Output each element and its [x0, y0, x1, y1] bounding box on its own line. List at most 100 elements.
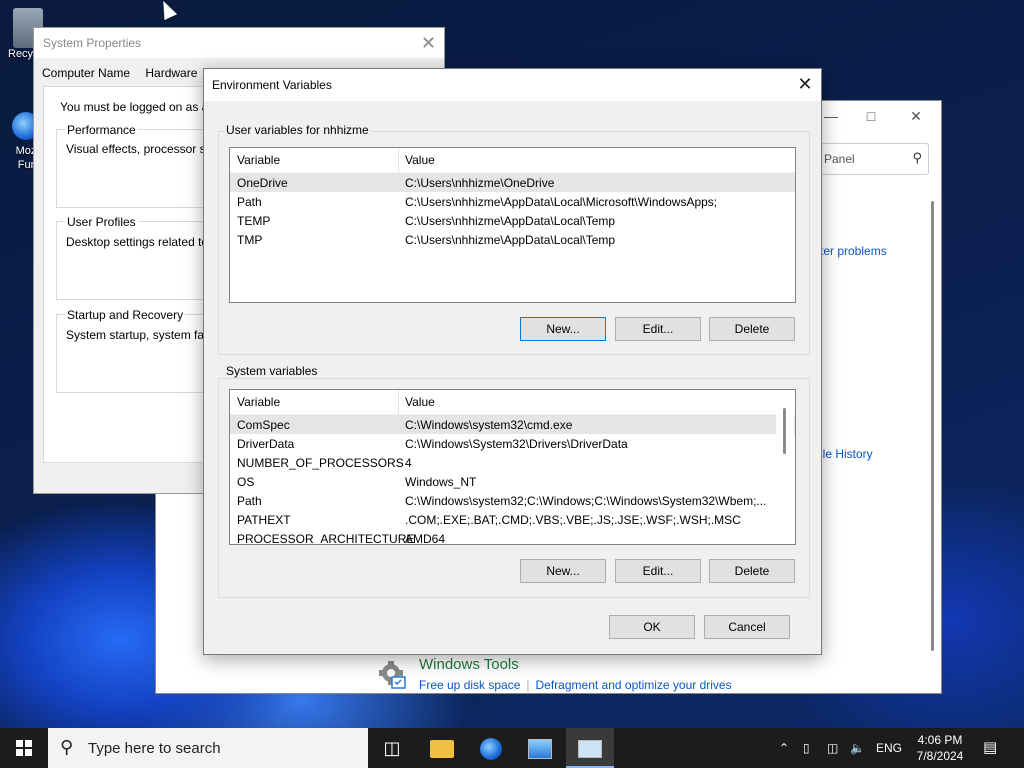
window-title: System Properties: [43, 36, 142, 50]
maximize-button[interactable]: □: [851, 105, 891, 127]
variable-value: .COM;.EXE;.BAT;.CMD;.VBS;.VBE;.JS;.JSE;.…: [405, 513, 741, 527]
cancel-button[interactable]: Cancel: [704, 615, 790, 639]
system-variable-row[interactable]: PROCESSOR_ARCHITECTURE AMD64: [230, 529, 795, 545]
dialog-titlebar: Environment Variables ✕: [204, 69, 821, 101]
variable-value: C:\Windows\system32\cmd.exe: [405, 418, 573, 432]
system-variable-row[interactable]: OS Windows_NT: [230, 472, 795, 491]
system-variable-row[interactable]: ComSpec C:\Windows\system32\cmd.exe: [230, 415, 795, 434]
scrollbar-thumb[interactable]: [783, 408, 786, 454]
variable-name: ComSpec: [237, 418, 290, 432]
system-variable-row[interactable]: Path C:\Windows\system32;C:\Windows;C:\Wi…: [230, 491, 795, 510]
ok-button[interactable]: OK: [609, 615, 695, 639]
user-profiles-label: User Profiles: [65, 215, 138, 229]
file-history-link[interactable]: ile History: [820, 447, 873, 461]
clock[interactable]: 4:06 PM 7/8/2024: [905, 732, 975, 764]
variable-name: TMP: [237, 233, 263, 247]
system-list-scrollbar[interactable]: [776, 390, 794, 544]
windows-logo-icon: [16, 740, 32, 756]
start-button[interactable]: [0, 728, 48, 768]
search-icon: ⚲: [60, 737, 74, 757]
search-icon: ⚲: [912, 150, 922, 165]
close-icon[interactable]: ✕: [421, 28, 436, 58]
variable-name: Path: [237, 195, 262, 209]
environment-variables-dialog: Environment Variables ✕ User variables f…: [203, 68, 822, 655]
link-separator: |: [526, 678, 530, 692]
close-icon[interactable]: ✕: [789, 69, 821, 101]
taskbar: ⚲ Type here to search ◫ ⌃ ▯ ◫ 🔈 ENG 4:06…: [0, 728, 1024, 768]
firefox-taskbar-icon[interactable]: [467, 728, 515, 768]
windows-tools-title[interactable]: Windows Tools: [419, 656, 519, 673]
user-variable-row[interactable]: TMP C:\Users\nhhizme\AppData\Local\Temp: [230, 230, 795, 249]
scrollbar[interactable]: [931, 201, 934, 651]
tab-hardware[interactable]: Hardware: [145, 66, 197, 80]
variable-value: C:\Users\nhhizme\OneDrive: [405, 176, 555, 190]
system-properties-taskbar-icon[interactable]: [566, 728, 614, 768]
variable-value: C:\Windows\system32;C:\Windows;C:\Window…: [405, 494, 767, 508]
system-edit-button[interactable]: Edit...: [615, 559, 701, 583]
variable-value: Windows_NT: [405, 475, 477, 489]
network-icon[interactable]: ◫: [827, 728, 838, 768]
user-variable-row[interactable]: TEMP C:\Users\nhhizme\AppData\Local\Temp: [230, 211, 795, 230]
list-header: Variable Value: [230, 148, 795, 173]
column-header-variable[interactable]: Variable: [237, 153, 280, 167]
troubleshoot-link[interactable]: ter problems: [820, 244, 887, 258]
variable-name: PROCESSOR_ARCHITECTURE: [237, 532, 415, 545]
language-indicator[interactable]: ENG: [876, 728, 902, 768]
volume-muted-icon[interactable]: 🔈: [850, 728, 865, 768]
system-variable-row[interactable]: NUMBER_OF_PROCESSORS 4: [230, 453, 795, 472]
column-header-value[interactable]: Value: [405, 153, 435, 167]
free-disk-space-link[interactable]: Free up disk space: [419, 678, 520, 692]
user-profiles-desc: Desktop settings related to yo: [66, 235, 225, 249]
column-header-variable[interactable]: Variable: [237, 395, 280, 409]
variable-name: NUMBER_OF_PROCESSORS: [237, 456, 404, 470]
variable-value: C:\Windows\System32\Drivers\DriverData: [405, 437, 628, 451]
clock-date: 7/8/2024: [916, 749, 964, 763]
usb-device-icon[interactable]: ▯: [803, 728, 810, 768]
file-explorer-icon[interactable]: [418, 728, 466, 768]
variable-value: C:\Users\nhhizme\AppData\Local\Microsoft…: [405, 195, 718, 209]
user-delete-button[interactable]: Delete: [709, 317, 795, 341]
variable-name: TEMP: [237, 214, 271, 228]
user-variable-row[interactable]: Path C:\Users\nhhizme\AppData\Local\Micro…: [230, 192, 795, 211]
control-panel-taskbar-icon[interactable]: [516, 728, 564, 768]
user-variables-list[interactable]: Variable Value OneDrive C:\Users\nhhizme\…: [229, 147, 796, 303]
search-placeholder: Type here to search: [88, 740, 221, 757]
user-new-button[interactable]: New...: [520, 317, 606, 341]
mouse-cursor-icon: [156, 0, 178, 21]
system-variables-list[interactable]: Variable Value ComSpec C:\Windows\system3…: [229, 389, 796, 545]
tab-computer-name[interactable]: Computer Name: [42, 66, 130, 80]
list-header: Variable Value: [230, 390, 795, 415]
performance-desc: Visual effects, processor sche: [66, 142, 225, 156]
variable-name: OS: [237, 475, 255, 489]
variable-name: Path: [237, 494, 262, 508]
system-properties-titlebar: System Properties ✕: [34, 28, 444, 58]
system-variable-row[interactable]: DriverData C:\Windows\System32\Drivers\Dr…: [230, 434, 795, 453]
variable-name: OneDrive: [237, 176, 288, 190]
task-view-icon[interactable]: ◫: [368, 728, 416, 768]
notification-icon[interactable]: ▤: [983, 728, 997, 768]
column-divider: [398, 390, 399, 414]
logon-note: You must be logged on as an A: [60, 100, 226, 114]
performance-label: Performance: [65, 123, 138, 137]
column-header-value[interactable]: Value: [405, 395, 435, 409]
control-panel-search-input[interactable]: Panel ⚲: [821, 143, 929, 175]
search-placeholder: Panel: [824, 152, 855, 166]
close-button[interactable]: ✕: [896, 105, 936, 127]
desktop: Recy Moz Fur — □ ✕ Panel ⚲ ter problems …: [0, 0, 1024, 728]
gear-icon: [379, 661, 406, 689]
defragment-link[interactable]: Defragment and optimize your drives: [536, 678, 732, 692]
dialog-title: Environment Variables: [212, 78, 332, 92]
variable-value: C:\Users\nhhizme\AppData\Local\Temp: [405, 233, 616, 247]
show-hidden-icons-chevron-icon[interactable]: ⌃: [779, 728, 789, 768]
system-delete-button[interactable]: Delete: [709, 559, 795, 583]
variable-value: 4: [405, 456, 412, 470]
system-variable-row[interactable]: PATHEXT .COM;.EXE;.BAT;.CMD;.VBS;.VBE;.JS…: [230, 510, 795, 529]
taskbar-search-box[interactable]: ⚲ Type here to search: [48, 728, 368, 768]
user-edit-button[interactable]: Edit...: [615, 317, 701, 341]
startup-recovery-label: Startup and Recovery: [65, 308, 186, 322]
system-new-button[interactable]: New...: [520, 559, 606, 583]
variable-name: PATHEXT: [237, 513, 291, 527]
user-variable-row[interactable]: OneDrive C:\Users\nhhizme\OneDrive: [230, 173, 795, 192]
clock-time: 4:06 PM: [917, 733, 963, 747]
column-divider: [398, 148, 399, 172]
